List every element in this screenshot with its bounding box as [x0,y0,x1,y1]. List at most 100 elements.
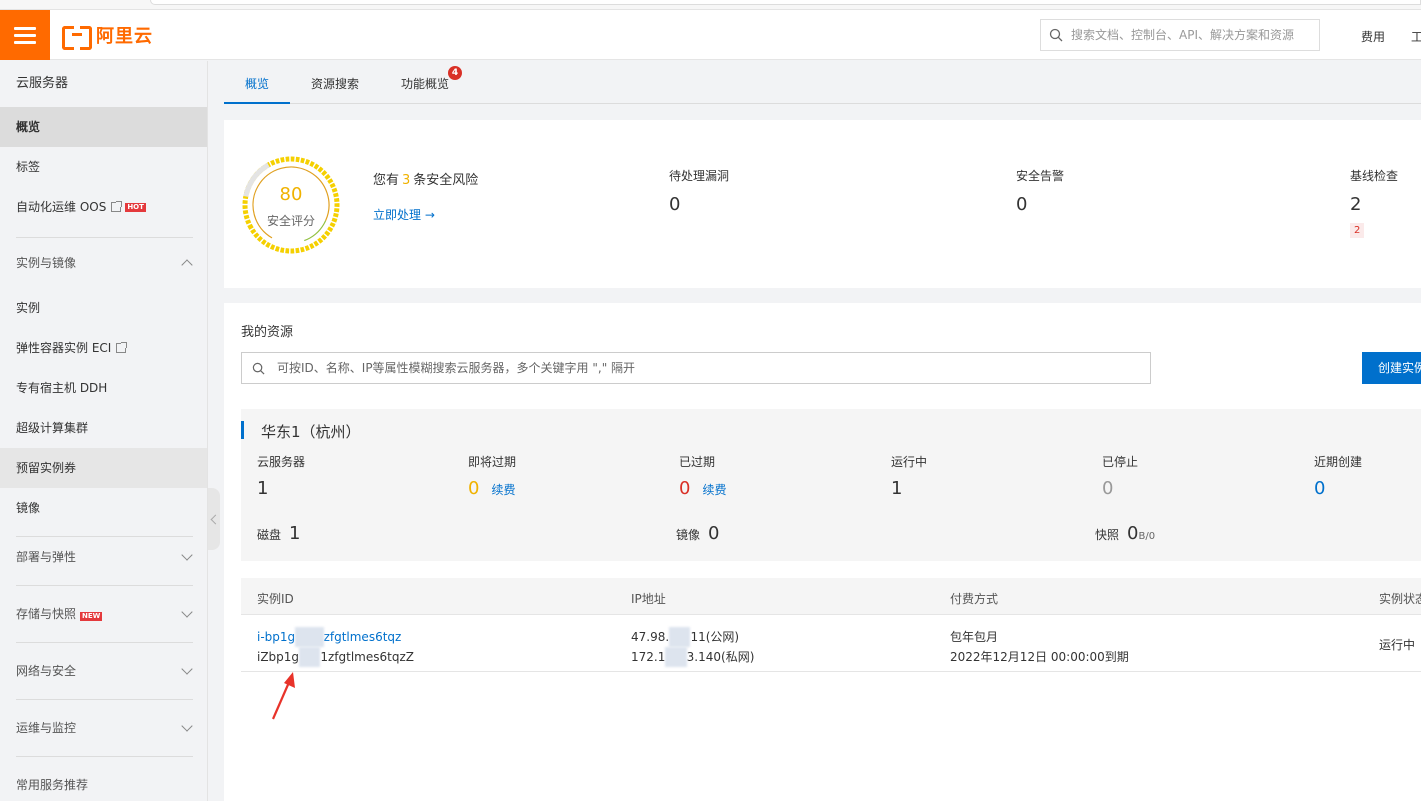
instance-name: iZbp1gxxx1zfgtlmes6tqzZ [257,647,414,667]
sidebar-item-label: 概览 [16,120,41,134]
region-stat-expired[interactable]: 已过期 0 续费 [679,453,726,499]
sidebar-group-label: 网络与安全 [16,664,77,678]
sidebar-item-ddh[interactable]: 专有宿主机 DDH [0,368,207,408]
sidebar-group-recommend[interactable]: 常用服务推荐 [0,757,207,801]
sidebar-group-instances[interactable]: 实例与镜像 [0,238,207,288]
column-header-ip: IP地址 [631,592,666,606]
stat-value: 1 [257,478,269,499]
renew-link[interactable]: 续费 [702,481,726,498]
stat-label: 安全告警 [1016,169,1065,183]
tab-label: 功能概览 [401,77,450,91]
instance-status: 运行中 [1379,638,1416,652]
resources-title: 我的资源 [241,325,294,340]
stat-value: 1 [289,523,301,544]
sidebar-item-image[interactable]: 镜像 [0,488,207,528]
sidebar-item-label: 弹性容器实例 ECI [16,341,112,355]
stat-label: 镜像 [676,528,701,542]
stat-label: 近期创建 [1314,455,1363,469]
external-link-icon [116,342,128,353]
expire-time: 2022年12月12日 00:00:00到期 [950,650,1129,664]
billing-type: 包年包月 [950,630,999,644]
region-title: 华东1（杭州） [261,423,361,441]
stat-value: 0 [679,478,691,499]
stat-alerts[interactable]: 安全告警 0 [1016,167,1064,215]
region-panel: 华东1（杭州） 云服务器 1 即将过期 0 续费 已过期 0 续费 运行中 1 已停… [241,409,1421,561]
instance-id-part: zfgtlmes6tqz [323,630,402,644]
risk-summary: 您有 3 条安全风险 [373,169,478,188]
search-icon [252,362,265,374]
stat-value: 0 [468,478,480,499]
sidebar-item-eci[interactable]: 弹性容器实例 ECI [0,328,207,368]
region-disk[interactable]: 磁盘 1 [257,523,300,544]
header-link-tools[interactable]: 工 [1411,28,1421,45]
risk-suffix: 条安全风险 [413,173,479,188]
region-stat-expiring[interactable]: 即将过期 0 续费 [468,453,516,499]
region-stat-servers[interactable]: 云服务器 1 [257,453,305,499]
sidebar-group-deploy[interactable]: 部署与弹性 [0,529,207,585]
instance-id-part: i-bp1g [257,630,296,644]
sidebar-item-oos[interactable]: 自动化运维 OOS HOT [0,187,207,227]
redacted-block: xxxx [295,627,324,647]
sidebar-item-overview[interactable]: 概览 [0,107,207,147]
renew-link[interactable]: 续费 [491,481,515,498]
stat-value: 0 [1016,194,1028,215]
resource-search-input[interactable] [277,361,1137,375]
sidebar-group-network[interactable]: 网络与安全 [0,643,207,699]
ip-part: 3.140(私网) [686,650,755,664]
sidebar-title: 云服务器 [16,76,69,91]
region-stat-running[interactable]: 运行中 1 [891,453,927,499]
region-snapshot[interactable]: 快照 0 B/0 [1095,523,1155,544]
region-image[interactable]: 镜像 0 [676,523,719,544]
table-row[interactable]: i-bp1gxxxxzfgtlmes6tqz iZbp1gxxx1zfgtlme… [241,615,1421,672]
sidebar-group-storage[interactable]: 存储与快照 NEW [0,586,207,642]
risk-count: 3 [402,173,411,188]
sidebar-item-label: 预留实例券 [16,461,77,475]
search-icon [1049,28,1063,42]
region-stat-recent[interactable]: 近期创建 0 [1314,453,1362,499]
stat-baseline[interactable]: 基线检查 2 2 [1350,167,1398,238]
chevron-up-icon [181,259,193,271]
sidebar-item-label: 标签 [16,160,41,174]
sidebar-item-label: 自动化运维 OOS [16,200,107,214]
global-search-input[interactable] [1071,28,1311,42]
instance-name-part: iZbp1g [257,650,300,664]
sidebar-item-tags[interactable]: 标签 [0,147,207,187]
sidebar-group-ops[interactable]: 运维与监控 [0,700,207,756]
risk-prefix: 您有 [373,173,400,188]
column-header-id: 实例ID [257,592,294,606]
stat-vulnerabilities[interactable]: 待处理漏洞 0 [669,167,729,215]
resource-search[interactable] [241,352,1151,384]
top-scroll-pill [150,0,1421,5]
security-card: 80 安全评分 您有 3 条安全风险 立即处理 → 待处理漏洞 0 安全告警 0 基… [224,120,1421,288]
stat-unit: B/0 [1138,531,1156,542]
hamburger-menu-icon[interactable] [0,10,50,60]
ip-part: 47.98. [631,630,670,644]
sidebar-item-instance[interactable]: 实例 [0,288,207,328]
stat-label: 已过期 [679,455,716,469]
tab-resource-search[interactable]: 资源搜索 [290,61,380,104]
stat-label: 运行中 [891,455,928,469]
redacted-block: xxx [665,647,687,667]
stat-label: 已停止 [1102,455,1139,469]
stat-label: 待处理漏洞 [669,169,730,183]
tab-overview[interactable]: 概览 [224,61,291,104]
sidebar-item-label: 超级计算集群 [16,421,89,435]
tab-bar: 概览 资源搜索 功能概览 4 [224,61,1421,104]
stat-value: 0 [1314,478,1326,499]
logo-text: 阿里云 [96,26,153,47]
sidebar-item-scc[interactable]: 超级计算集群 [0,408,207,448]
global-search[interactable] [1040,19,1320,51]
sidebar-group-label: 部署与弹性 [16,550,77,564]
security-score-label: 安全评分 [266,214,315,228]
create-instance-button[interactable]: 创建实例 [1362,352,1421,384]
header-link-cost[interactable]: 费用 [1361,28,1385,45]
instance-id-link[interactable]: i-bp1gxxxxzfgtlmes6tqz [257,627,414,647]
ip-part: 172.1 [631,650,666,664]
handle-now-link[interactable]: 立即处理 → [373,206,435,223]
tab-feature-overview[interactable]: 功能概览 4 [380,61,470,104]
sidebar-item-reserved[interactable]: 预留实例券 [0,448,207,488]
sidebar-group-label: 运维与监控 [16,721,77,735]
aliyun-logo[interactable]: 阿里云 [62,23,153,50]
region-stat-stopped[interactable]: 已停止 0 [1102,453,1138,499]
hot-badge: HOT [125,202,146,212]
